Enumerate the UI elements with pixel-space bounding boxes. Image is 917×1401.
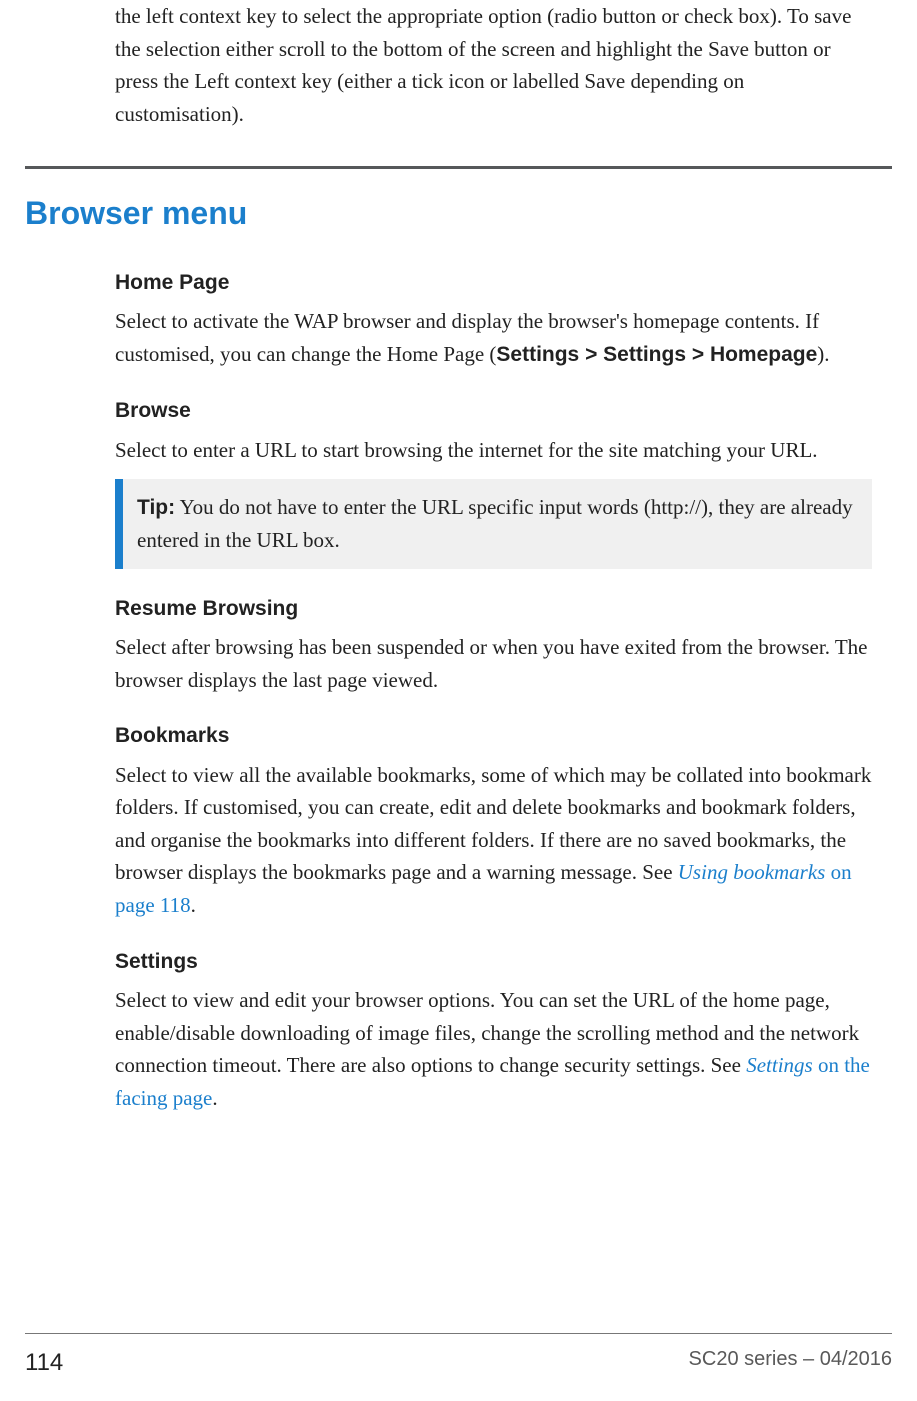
heading-bookmarks: Bookmarks: [115, 720, 872, 753]
xref-settings-italic: Settings: [746, 1053, 813, 1077]
heading-resume-browsing: Resume Browsing: [115, 593, 872, 626]
page-footer: 114 SC20 series – 04/2016: [25, 1333, 892, 1381]
heading-home-page: Home Page: [115, 267, 872, 300]
page-number: 114: [25, 1344, 63, 1381]
body-home-page: Select to activate the WAP browser and d…: [115, 305, 872, 371]
body-home-page-bold: Settings > Settings > Homepage: [496, 343, 817, 366]
doc-id: SC20 series – 04/2016: [689, 1344, 892, 1381]
tip-body: You do not have to enter the URL specifi…: [137, 495, 853, 553]
body-browse: Select to enter a URL to start browsing …: [115, 434, 872, 467]
section-heading-browser-menu: Browser menu: [25, 189, 892, 239]
body-bookmarks-post: .: [191, 893, 196, 917]
tip-callout: Tip: You do not have to enter the URL sp…: [115, 479, 872, 569]
body-settings: Select to view and edit your browser opt…: [115, 984, 872, 1114]
heading-browse: Browse: [115, 395, 872, 428]
intro-paragraph: the left context key to select the appro…: [115, 0, 872, 130]
footer-divider: [25, 1333, 892, 1334]
tip-label: Tip:: [137, 496, 175, 519]
xref-using-bookmarks-italic: Using bookmarks: [678, 860, 826, 884]
body-resume-browsing: Select after browsing has been suspended…: [115, 631, 872, 696]
heading-settings: Settings: [115, 946, 872, 979]
body-settings-post: .: [212, 1086, 217, 1110]
body-home-page-post: ).: [817, 342, 829, 366]
body-bookmarks: Select to view all the available bookmar…: [115, 759, 872, 922]
section-divider: [25, 166, 892, 169]
